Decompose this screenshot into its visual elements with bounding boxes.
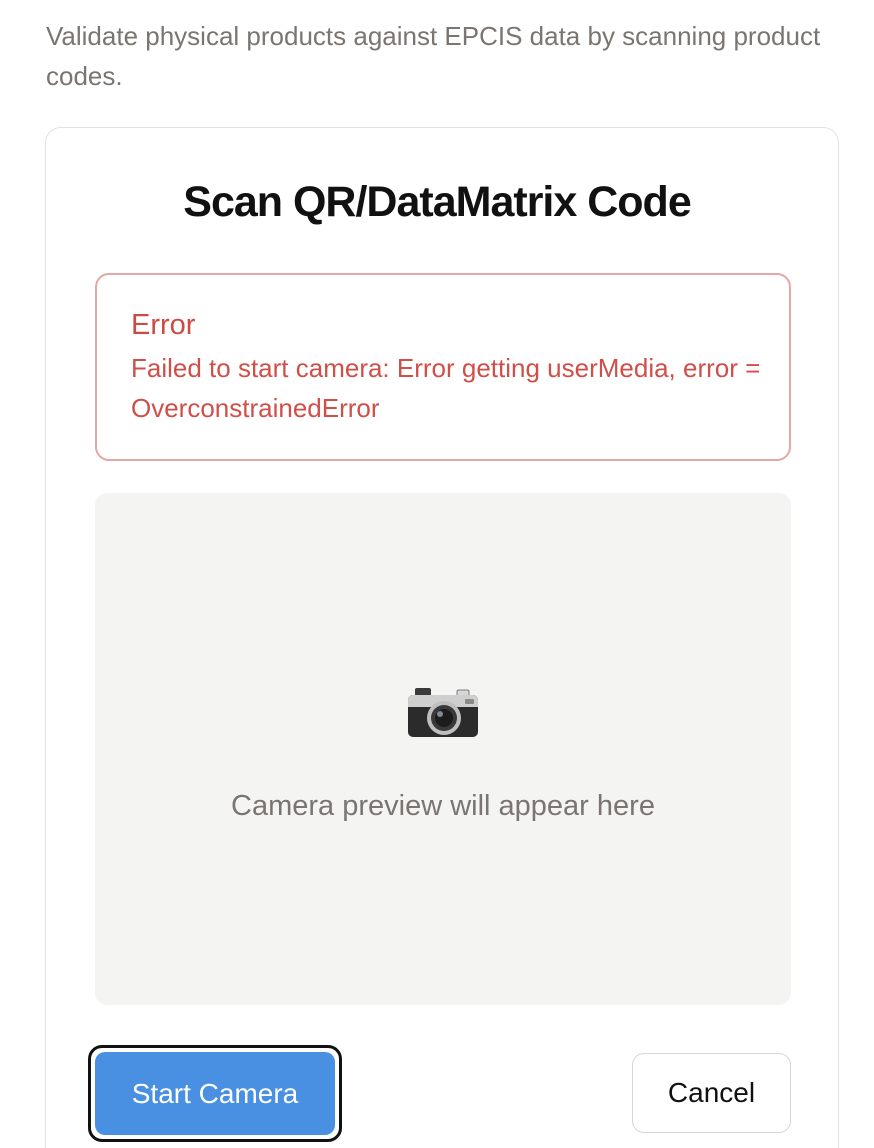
scanner-title: Scan QR/DataMatrix Code — [183, 178, 691, 226]
error-title: Error — [131, 309, 196, 341]
preview-placeholder-text: Camera preview will appear here — [231, 790, 655, 822]
error-alert: Error Failed to start camera: Error gett… — [95, 273, 791, 461]
page-description: Validate physical products against EPCIS… — [46, 21, 821, 91]
validation-page: Validate physical products against EPCIS… — [0, 0, 874, 1148]
camera-icon — [408, 688, 478, 737]
cancel-button[interactable]: Cancel — [632, 1053, 791, 1133]
start-camera-button[interactable]: Start Camera — [95, 1052, 335, 1135]
camera-preview: Camera preview will appear here — [95, 493, 791, 1005]
error-message: Failed to start camera: Error getting us… — [131, 353, 761, 423]
